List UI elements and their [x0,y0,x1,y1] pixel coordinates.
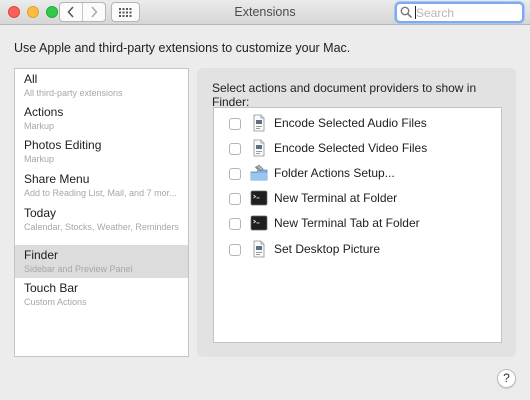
list-item: New Terminal at Folder [214,188,501,213]
finder-extensions-panel: Select actions and document providers to… [197,68,516,357]
category-item-all[interactable]: All All third-party extensions [15,69,188,102]
list-item: Encode Selected Audio Files [214,113,501,138]
chevron-right-icon [91,6,98,18]
category-item-today[interactable]: Today Calendar, Stocks, Weather, Reminde… [15,203,188,236]
extension-checkbox[interactable] [229,244,241,256]
category-item-finder[interactable]: Finder Sidebar and Preview Panel [15,245,188,278]
category-subtitle: Sidebar and Preview Panel [24,264,133,274]
extension-label: New Terminal at Folder [274,191,398,205]
category-item-touch-bar[interactable]: Touch Bar Custom Actions [15,278,188,311]
forward-button[interactable] [82,3,105,21]
category-name: Photos Editing [24,138,102,152]
window-title: Extensions [234,5,296,19]
zoom-button[interactable] [46,6,58,18]
panel-heading: Select actions and document providers to… [212,81,477,109]
extension-checkbox[interactable] [229,193,241,205]
category-subtitle: Markup [24,154,55,164]
back-forward-group [59,2,106,22]
extension-label: New Terminal Tab at Folder [274,216,420,230]
search-field[interactable] [395,2,524,23]
category-subtitle: Add to Reading List, Mail, and 7 mor... [24,188,177,198]
show-all-button[interactable] [111,2,140,22]
extension-item-list: Encode Selected Audio Files Encode Selec… [213,107,502,343]
workflow-document-icon [253,114,265,132]
category-subtitle: Custom Actions [24,297,87,307]
category-name: Actions [24,105,64,119]
search-input[interactable] [416,4,516,21]
chevron-left-icon [67,6,74,18]
terminal-icon [250,190,268,206]
workflow-document-icon [253,240,265,258]
list-item: New Terminal Tab at Folder [214,213,501,238]
category-subtitle: Markup [24,121,55,131]
category-name: Finder [24,248,59,262]
category-name: All [24,72,38,86]
extension-label: Set Desktop Picture [274,242,381,256]
category-item-share-menu[interactable]: Share Menu Add to Reading List, Mail, an… [15,169,188,202]
workflow-document-icon [253,139,265,157]
terminal-icon [250,215,268,231]
grid-icon [119,7,132,17]
extension-checkbox[interactable] [229,118,241,130]
extension-label: Encode Selected Video Files [274,141,428,155]
search-icon [400,6,413,19]
extension-checkbox[interactable] [229,143,241,155]
category-item-actions[interactable]: Actions Markup [15,102,188,135]
category-name: Today [24,206,57,220]
list-item: Folder Actions Setup... [214,163,501,188]
category-name: Touch Bar [24,281,79,295]
intro-text: Use Apple and third-party extensions to … [14,41,351,55]
list-item: Set Desktop Picture [214,239,501,264]
category-item-photos-editing[interactable]: Photos Editing Markup [15,135,188,168]
close-button[interactable] [8,6,20,18]
folder-actions-icon [250,164,268,181]
extension-label: Folder Actions Setup... [274,166,395,180]
extension-checkbox[interactable] [229,168,241,180]
category-name: Share Menu [24,172,90,186]
back-button[interactable] [60,3,82,21]
minimize-button[interactable] [27,6,39,18]
title-bar: Extensions [0,0,530,25]
extension-checkbox[interactable] [229,218,241,230]
category-subtitle: All third-party extensions [24,88,123,98]
help-button[interactable]: ? [497,369,516,388]
extension-label: Encode Selected Audio Files [274,116,427,130]
extension-category-list: All All third-party extensions Actions M… [14,68,189,357]
list-item: Encode Selected Video Files [214,138,501,163]
category-subtitle: Calendar, Stocks, Weather, Reminders [24,222,179,232]
